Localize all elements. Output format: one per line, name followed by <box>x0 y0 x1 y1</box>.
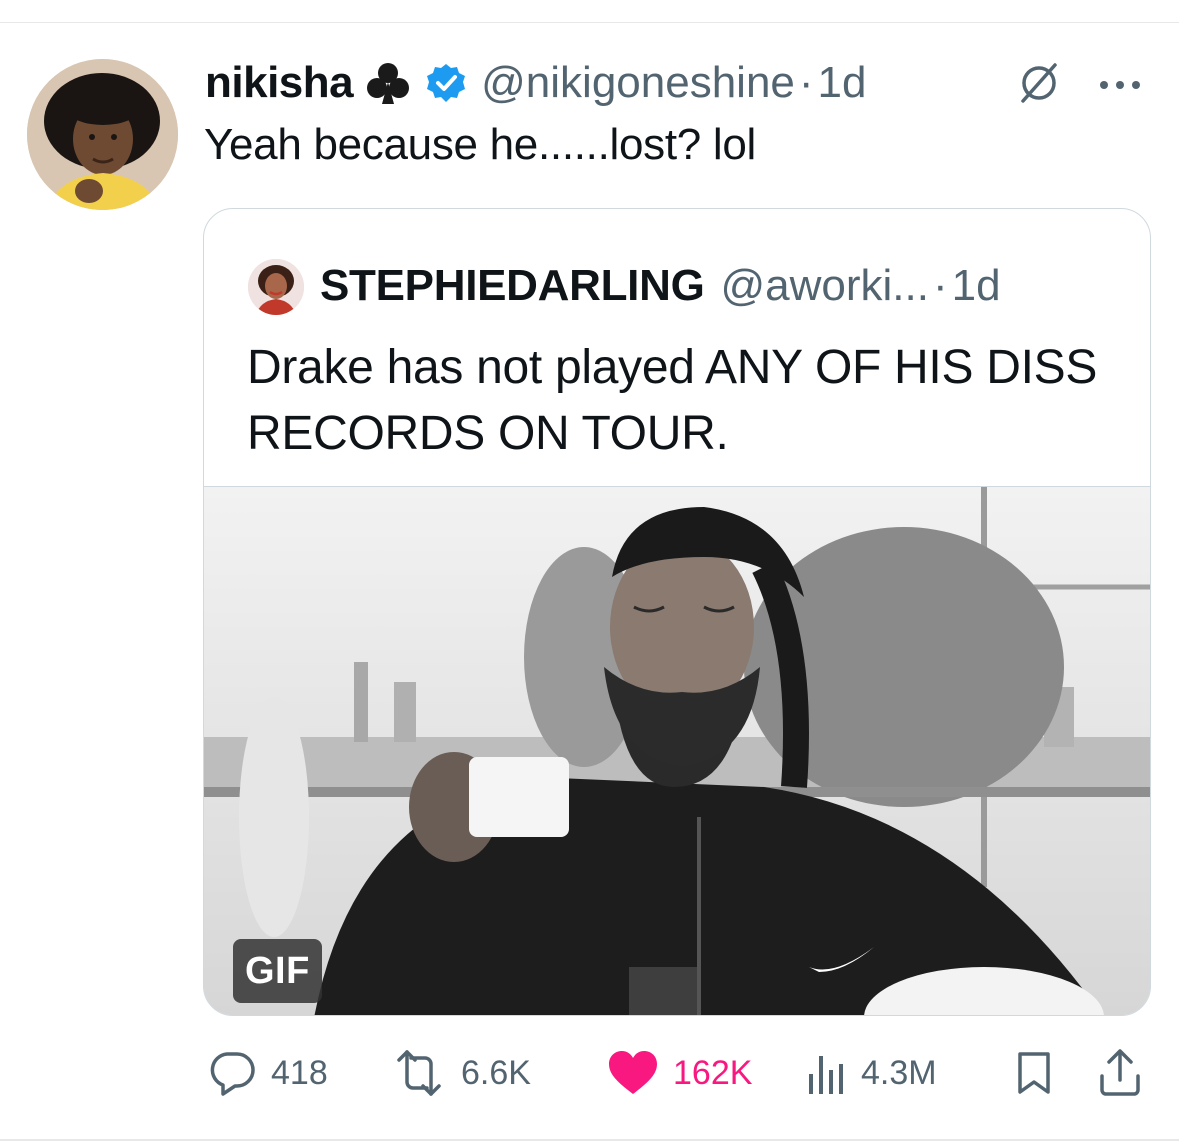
gif-badge: GIF <box>233 939 322 1003</box>
reply-count: 418 <box>271 1053 328 1092</box>
grok-icon[interactable] <box>1017 61 1061 105</box>
quoted-author-avatar[interactable] <box>248 259 304 315</box>
author-handle[interactable]: @nikigoneshine <box>481 58 795 108</box>
quoted-tweet-text: Drake has not played ANY OF HIS DISS REC… <box>247 341 1098 460</box>
quoted-tweet-gif[interactable]: GIF <box>204 486 1150 1015</box>
verified-badge-icon[interactable] <box>425 62 467 104</box>
repost-button[interactable]: 6.6K <box>389 1043 531 1103</box>
repost-count: 6.6K <box>461 1053 531 1092</box>
quoted-author-display-name[interactable]: STEPHIEDARLING <box>320 261 705 311</box>
like-count: 162K <box>673 1053 753 1092</box>
more-icon[interactable] <box>1093 70 1147 100</box>
separator-dot: · <box>932 261 948 310</box>
reply-button[interactable]: 418 <box>205 1043 328 1103</box>
club-icon <box>363 58 413 108</box>
bookmark-button[interactable] <box>1012 1043 1056 1103</box>
quoted-tweet-card[interactable]: STEPHIEDARLING @aworki... · 1d Drake has… <box>203 208 1151 1016</box>
quoted-tweet-header: STEPHIEDARLING @aworki... · 1d <box>320 253 1001 319</box>
quoted-author-handle[interactable]: @aworki... <box>721 261 929 311</box>
share-icon <box>1096 1046 1144 1100</box>
action-bar: 418 6.6K 162K 4.3M <box>0 1043 1179 1103</box>
like-button[interactable]: 162K <box>605 1043 752 1103</box>
heart-icon <box>605 1046 661 1100</box>
share-button[interactable] <box>1096 1043 1144 1103</box>
tweet-timestamp[interactable]: 1d <box>818 58 867 108</box>
author-display-name[interactable]: nikisha <box>205 58 354 108</box>
reply-icon <box>205 1046 259 1100</box>
bookmark-icon <box>1012 1046 1056 1100</box>
quoted-tweet-timestamp[interactable]: 1d <box>952 261 1001 311</box>
top-divider <box>0 22 1179 23</box>
tweet-header: nikisha @nikigoneshine · 1d <box>205 50 867 116</box>
views-button[interactable]: 4.3M <box>805 1043 937 1103</box>
author-avatar[interactable] <box>27 59 178 210</box>
repost-icon <box>389 1046 449 1100</box>
views-count: 4.3M <box>861 1053 937 1092</box>
views-icon <box>805 1046 849 1100</box>
tweet-text: Yeah because he......lost? lol <box>204 120 757 169</box>
separator-dot: · <box>798 58 814 107</box>
